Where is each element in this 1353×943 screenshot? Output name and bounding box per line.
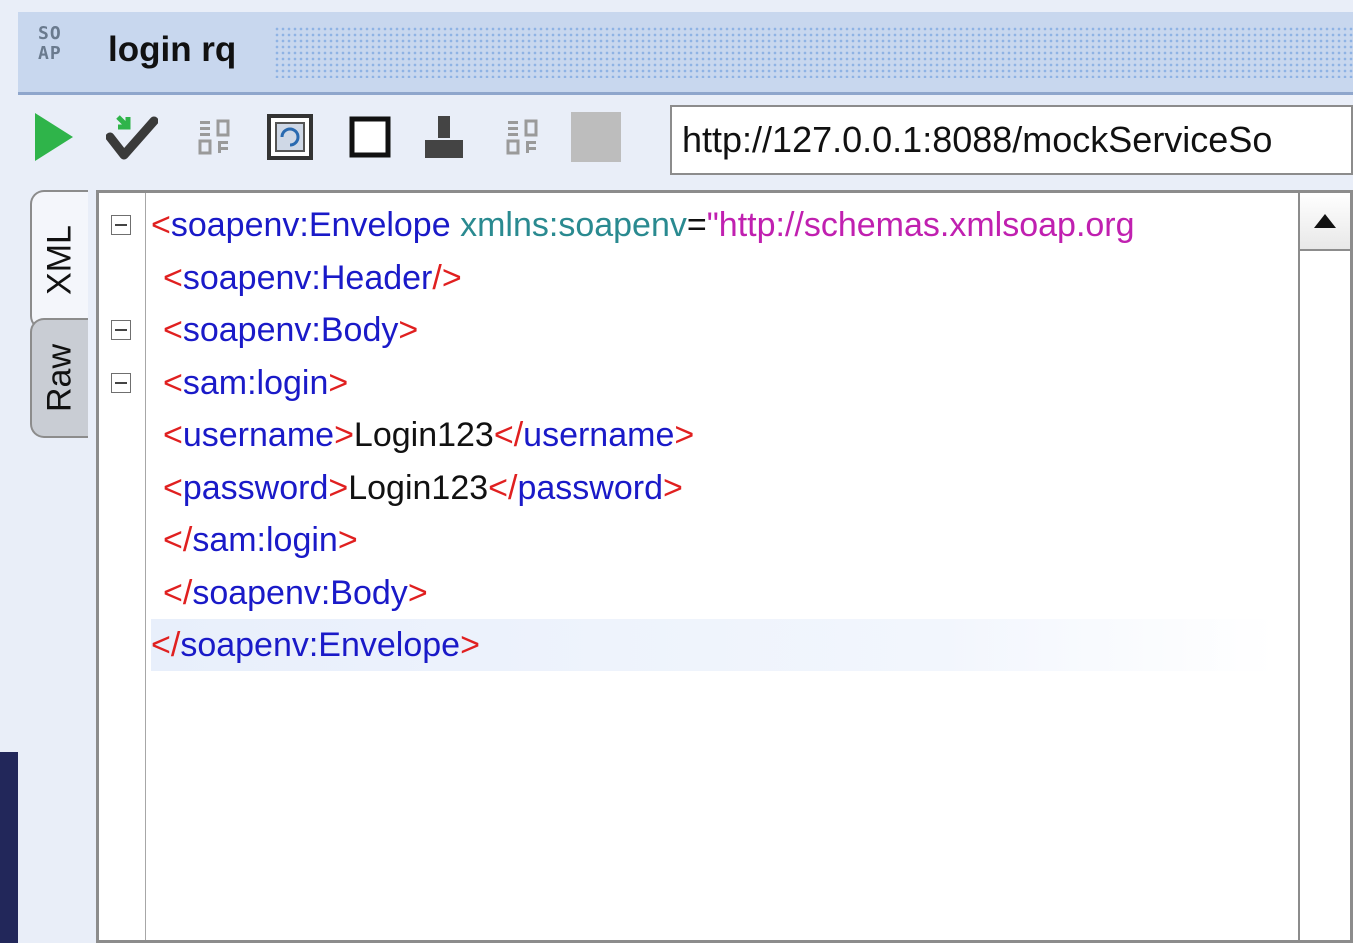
xml-token-ctag: username xyxy=(523,416,675,454)
xml-token-tag: soapenv:Body xyxy=(192,573,408,612)
xml-token-tag: sam:login xyxy=(192,521,338,559)
xml-token-b2: > xyxy=(328,468,349,507)
collapse-icon[interactable] xyxy=(111,215,131,235)
collapse-icon[interactable] xyxy=(111,320,131,340)
xml-token-tag: username xyxy=(182,416,335,454)
logo-text-top: SO xyxy=(38,23,62,44)
xml-token-eq: = xyxy=(686,206,707,244)
xml-token-b1: < xyxy=(163,416,183,454)
xml-line: <soapenv:Header/> xyxy=(151,252,462,304)
soap-icon[interactable] xyxy=(190,111,242,163)
stop-icon[interactable] xyxy=(570,111,622,163)
xml-line: </soapenv:Envelope> xyxy=(151,619,1277,671)
tab-xml-label: XML xyxy=(40,225,79,295)
xml-line: </sam:login> xyxy=(151,514,358,566)
xml-token-attr: xmlns:soapenv xyxy=(450,206,687,244)
checkbox-icon[interactable] xyxy=(344,111,396,163)
xml-token-b1: < xyxy=(163,258,183,297)
xml-token-b1: </ xyxy=(151,626,181,664)
xml-editor[interactable]: <soapenv:Envelope xmlns:soapenv="http://… xyxy=(96,190,1353,943)
title-bar[interactable]: SO AP login rq xyxy=(18,12,1353,95)
soap-request-window: SO AP login rq http://127.0.0.1:8088/moc… xyxy=(18,12,1353,943)
xml-token-tag: soapenv:Envelope xyxy=(170,206,451,244)
validate-icon[interactable] xyxy=(106,111,158,163)
xml-token-b1: </ xyxy=(163,573,193,612)
xml-line: </soapenv:Body> xyxy=(151,567,428,619)
title-bar-drag-area[interactable] xyxy=(274,26,1353,78)
collapse-icon[interactable] xyxy=(111,372,131,393)
tab-raw[interactable]: Raw xyxy=(30,318,88,438)
window-title: login rq xyxy=(108,30,237,69)
xml-token-b2: > xyxy=(334,416,354,454)
xml-token-tag: soapenv:Header xyxy=(182,258,433,297)
xml-token-b3: </ xyxy=(493,416,524,454)
xml-token-b1: </ xyxy=(163,521,193,559)
fold-gutter xyxy=(99,193,146,940)
xml-token-tag: soapenv:Body xyxy=(182,311,399,349)
endpoint-url-input[interactable]: http://127.0.0.1:8088/mockServiceSo xyxy=(670,105,1353,175)
xml-token-b2: > xyxy=(398,311,419,349)
scroll-track[interactable] xyxy=(1300,251,1350,940)
request-toolbar: http://127.0.0.1:8088/mockServiceSo xyxy=(18,95,1353,185)
xml-token-b1: < xyxy=(163,468,183,507)
logo-text-bottom: AP xyxy=(38,43,62,64)
run-icon[interactable] xyxy=(26,111,78,163)
refresh-icon[interactable] xyxy=(264,111,316,163)
soap-icon[interactable] xyxy=(498,111,550,163)
xml-token-b4: > xyxy=(662,468,683,507)
xml-token-b2: > xyxy=(337,521,358,559)
xml-line: <password>Login123</password> xyxy=(151,462,683,514)
xml-token-b2: > xyxy=(328,363,349,402)
xml-token-tag: sam:login xyxy=(182,363,329,402)
xml-token-b1: < xyxy=(163,311,183,349)
xml-token-val: "http://schemas.xmlsoap.org xyxy=(706,206,1135,244)
xml-token-b2: > xyxy=(407,573,428,612)
xml-token-b2: /> xyxy=(432,258,462,297)
xml-line: <username>Login123</username> xyxy=(151,409,694,461)
xml-token-tag: password xyxy=(182,468,329,507)
xml-token-tag: soapenv:Envelope xyxy=(180,626,461,664)
xml-token-b1: < xyxy=(151,206,171,244)
editor-view-tabs: XML Raw xyxy=(30,190,92,450)
tab-raw-label: Raw xyxy=(40,343,79,413)
vertical-scrollbar[interactable] xyxy=(1298,193,1350,940)
xml-token-b2: > xyxy=(460,626,480,664)
xml-token-b1: < xyxy=(163,363,183,402)
xml-line: <soapenv:Envelope xmlns:soapenv="http://… xyxy=(151,199,1135,251)
soap-logo-icon: SO AP xyxy=(38,24,78,72)
xml-token-ctag: password xyxy=(517,468,663,507)
xml-token-text: Login123 xyxy=(353,416,494,454)
xml-line: <soapenv:Body> xyxy=(151,304,418,356)
scroll-up-button[interactable] xyxy=(1300,193,1350,251)
xml-token-b4: > xyxy=(674,416,695,454)
arrow-up-icon xyxy=(1314,214,1336,228)
tab-xml[interactable]: XML xyxy=(30,190,88,330)
xml-token-b3: </ xyxy=(488,468,518,507)
xml-code-area[interactable]: <soapenv:Envelope xmlns:soapenv="http://… xyxy=(151,199,1277,899)
xml-token-text: Login123 xyxy=(348,468,489,507)
xml-line: <sam:login> xyxy=(151,357,348,409)
stamp-icon[interactable] xyxy=(418,111,470,163)
